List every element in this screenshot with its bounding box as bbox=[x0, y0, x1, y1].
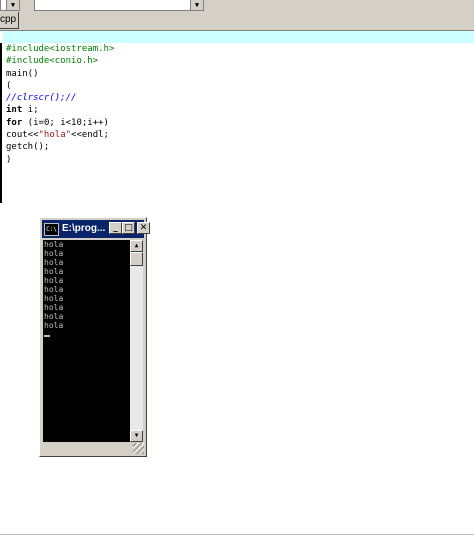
scroll-down-arrow-icon[interactable]: ▼ bbox=[130, 430, 143, 442]
console-title: E:\prog... bbox=[62, 223, 106, 234]
code-token: int bbox=[6, 105, 23, 116]
dropdown-1[interactable]: ▼ bbox=[0, 0, 20, 11]
code-line[interactable]: ( bbox=[6, 80, 114, 92]
tab-strip: cpp bbox=[0, 12, 474, 31]
code-text[interactable]: #include<iostream.h> #include<conio.h> mai… bbox=[6, 43, 114, 166]
code-token: cout<< bbox=[6, 130, 39, 141]
dropdown-1-arrow-icon[interactable]: ▼ bbox=[6, 0, 19, 10]
console-output-line: hola bbox=[44, 321, 64, 330]
vertical-scrollbar[interactable]: ▲ ▼ bbox=[130, 240, 143, 442]
code-token: "hola" bbox=[38, 130, 72, 141]
scroll-up-arrow-icon[interactable]: ▲ bbox=[130, 240, 143, 252]
editor-gutter bbox=[0, 43, 2, 203]
code-token: #include<iostream.h> bbox=[6, 44, 115, 54]
code-line[interactable]: #include<iostream.h> bbox=[6, 43, 114, 55]
console-app-icon[interactable]: C:\ bbox=[44, 223, 59, 236]
console-output-line: hola bbox=[44, 303, 64, 312]
code-line[interactable]: ) bbox=[6, 154, 114, 166]
console-output: hola hola hola hola hola hola hola hola hola hola bbox=[43, 240, 130, 330]
scroll-thumb[interactable] bbox=[130, 252, 143, 266]
console-output-line: hola bbox=[44, 258, 64, 267]
code-token: #include<conio.h> bbox=[6, 56, 99, 67]
code-token: for bbox=[6, 117, 23, 128]
minimize-button[interactable]: _ bbox=[109, 222, 122, 234]
code-token: getch(); bbox=[6, 142, 50, 153]
code-token: ) bbox=[6, 154, 12, 165]
console-output-line: hola bbox=[44, 285, 64, 294]
code-line[interactable]: //clrscr();// bbox=[6, 92, 114, 104]
code-line[interactable]: cout<<"hola"<<endl; bbox=[6, 129, 114, 141]
text-cursor bbox=[44, 335, 50, 337]
code-token: main() bbox=[6, 68, 39, 79]
code-token: <<endl; bbox=[71, 130, 109, 141]
console-output-line: hola bbox=[44, 276, 64, 285]
console-output-line: hola bbox=[44, 294, 64, 303]
code-line[interactable]: #include<conio.h> bbox=[6, 55, 114, 67]
code-line[interactable]: for (i=0; i<10;i++) bbox=[6, 117, 114, 129]
console-window[interactable]: C:\ E:\prog... _ □ ✕ hola hola hola hola hol… bbox=[39, 217, 150, 457]
tab-file[interactable]: cpp bbox=[0, 12, 19, 29]
console-output-line: hola bbox=[44, 267, 64, 276]
code-line[interactable]: main() bbox=[6, 68, 114, 80]
resize-grip-icon[interactable] bbox=[133, 443, 144, 454]
code-line[interactable]: int i; bbox=[6, 104, 114, 116]
console-titlebar[interactable]: C:\ E:\prog... _ □ ✕ bbox=[42, 220, 150, 238]
code-token: //clrscr();// bbox=[6, 93, 77, 104]
console-output-line: hola bbox=[44, 240, 64, 249]
code-token: i; bbox=[22, 105, 39, 116]
console-screen[interactable]: hola hola hola hola hola hola hola hola hola hola bbox=[43, 240, 130, 442]
console-output-line: hola bbox=[44, 312, 64, 321]
code-token: (i=0; i<10;i++) bbox=[22, 117, 109, 128]
close-button[interactable]: ✕ bbox=[137, 222, 150, 234]
dropdown-2-arrow-icon[interactable]: ▼ bbox=[190, 0, 203, 10]
console-output-line: hola bbox=[44, 249, 64, 258]
code-token: ( bbox=[6, 80, 12, 91]
dropdown-2[interactable]: ▼ bbox=[34, 0, 204, 11]
code-line[interactable]: getch(); bbox=[6, 141, 114, 153]
bottom-border bbox=[0, 534, 474, 535]
maximize-button[interactable]: □ bbox=[122, 222, 135, 234]
